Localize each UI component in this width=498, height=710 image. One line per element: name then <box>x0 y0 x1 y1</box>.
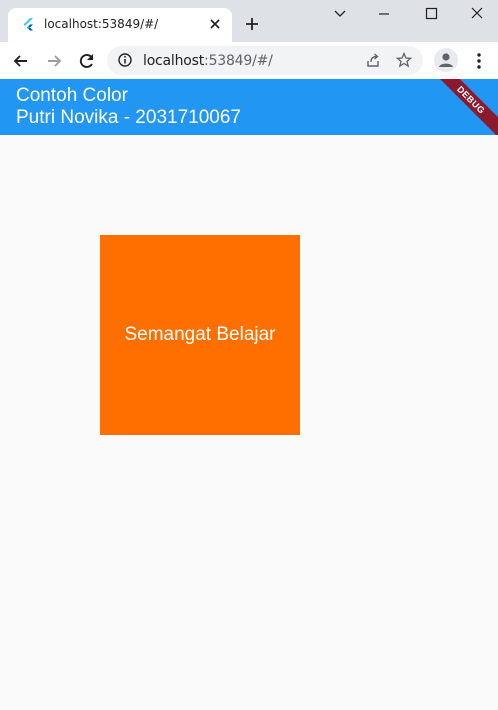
app-bar: Contoh Color Putri Novika - 2031710067 D… <box>0 79 498 135</box>
browser-tab-strip: localhost:53849/#/ <box>0 0 498 42</box>
reload-icon[interactable] <box>77 51 97 71</box>
share-icon[interactable] <box>365 52 381 68</box>
forward-icon[interactable] <box>44 51 64 71</box>
profile-icon <box>439 53 453 67</box>
tab-title: localhost:53849/#/ <box>44 17 159 31</box>
url-host: localhost <box>143 53 205 69</box>
orange-box: Semangat Belajar <box>100 235 300 435</box>
url-text: localhost:53849/#/ <box>143 53 273 69</box>
close-icon[interactable] <box>208 17 222 31</box>
browser-toolbar: localhost:53849/#/ <box>0 42 498 79</box>
menu-icon[interactable] <box>472 51 486 71</box>
star-icon[interactable] <box>396 52 412 68</box>
flutter-icon <box>23 18 33 31</box>
app-bar-title: Contoh Color Putri Novika - 2031710067 <box>16 85 241 129</box>
app-title-line-1: Contoh Color <box>16 85 128 106</box>
chevron-down-icon[interactable] <box>330 6 350 22</box>
debug-banner: DEBUG <box>427 79 498 135</box>
minimize-icon[interactable] <box>374 6 394 22</box>
browser-tab[interactable]: localhost:53849/#/ <box>8 8 232 42</box>
info-icon[interactable] <box>118 53 132 67</box>
profile-avatar[interactable] <box>434 48 458 72</box>
back-icon[interactable] <box>11 51 31 71</box>
plus-icon[interactable] <box>244 16 260 32</box>
orange-box-label: Semangat Belajar <box>124 324 276 345</box>
app-body: Semangat Belajar <box>0 135 498 710</box>
window-close-icon[interactable] <box>467 6 487 22</box>
address-bar[interactable]: localhost:53849/#/ <box>107 46 423 75</box>
app-title-line-2: Putri Novika - 2031710067 <box>16 107 241 128</box>
maximize-icon[interactable] <box>421 6 441 22</box>
url-path: :53849/#/ <box>204 53 273 69</box>
